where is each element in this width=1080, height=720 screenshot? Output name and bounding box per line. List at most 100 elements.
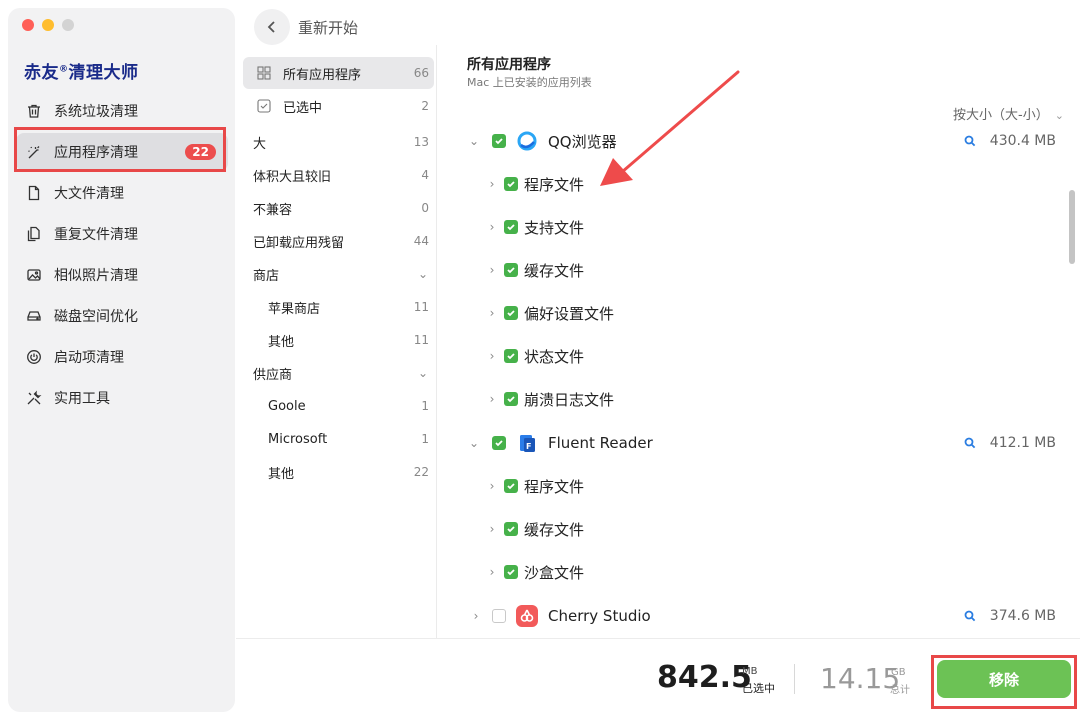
filter-store-other[interactable]: 其他 11: [243, 324, 434, 356]
disk-icon: [24, 306, 44, 326]
app-row[interactable]: ⌄ QQ浏览器 430.4 MB: [466, 121, 1066, 161]
file-category-row[interactable]: › 缓存文件: [466, 250, 1066, 290]
filter-label: 已选中: [283, 100, 323, 116]
cherry-studio-icon: [516, 605, 538, 627]
checkbox[interactable]: [504, 177, 518, 191]
checkbox[interactable]: [492, 134, 506, 148]
chevron-left-icon: [267, 21, 275, 33]
file-category-row[interactable]: › 沙盒文件: [466, 552, 1066, 592]
filter-label: Microsoft: [268, 431, 328, 447]
filter-count: 11: [413, 300, 429, 314]
checkbox[interactable]: [504, 479, 518, 493]
checkbox[interactable]: [492, 609, 506, 623]
filter-panel: 所有应用程序 66 已选中 2 大 13 体积大且较旧 4 不兼容 0 已卸载应…: [243, 55, 437, 638]
chevron-down-icon[interactable]: ⌄: [466, 436, 482, 450]
chevron-right-icon[interactable]: ›: [484, 565, 500, 579]
file-category-row[interactable]: › 崩溃日志文件: [466, 379, 1066, 419]
filter-label: 体积大且较旧: [253, 169, 332, 185]
filter-count: 22: [413, 465, 429, 479]
size-info: 374.6 MB: [964, 608, 1056, 624]
checkbox[interactable]: [492, 436, 506, 450]
restart-label[interactable]: 重新开始: [298, 17, 358, 38]
checkbox[interactable]: [504, 565, 518, 579]
checkbox[interactable]: [504, 349, 518, 363]
sidebar-item-large-files[interactable]: 大文件清理: [16, 174, 228, 212]
duplicate-file-icon: [24, 224, 44, 244]
filter-count: 11: [413, 333, 429, 347]
checkbox[interactable]: [504, 392, 518, 406]
chevron-down-icon[interactable]: ⌄: [466, 134, 482, 148]
search-icon[interactable]: [964, 437, 976, 449]
filter-all-apps[interactable]: 所有应用程序 66: [243, 57, 434, 89]
file-icon: [24, 183, 44, 203]
sidebar-item-tools[interactable]: 实用工具: [16, 379, 228, 417]
filter-incompatible[interactable]: 不兼容 0: [243, 192, 434, 224]
sidebar-item-label: 实用工具: [54, 391, 110, 407]
trash-icon: [24, 101, 44, 121]
file-category-label: 缓存文件: [524, 520, 585, 539]
checkbox[interactable]: [504, 306, 518, 320]
size-info: 412.1 MB: [964, 435, 1056, 451]
sidebar-item-similar-photos[interactable]: 相似照片清理: [16, 256, 228, 294]
search-icon[interactable]: [964, 135, 976, 147]
checkbox-icon: [257, 99, 271, 113]
checkbox[interactable]: [504, 220, 518, 234]
chevron-right-icon[interactable]: ›: [484, 392, 500, 406]
filter-selected[interactable]: 已选中 2: [243, 90, 434, 122]
sidebar-item-label: 重复文件清理: [54, 227, 138, 243]
filter-large[interactable]: 大 13: [243, 126, 434, 158]
filter-count: 4: [421, 168, 429, 182]
file-category-row[interactable]: › 状态文件: [466, 336, 1066, 376]
selected-size-value: 842.5: [657, 660, 752, 695]
list-subtitle: Mac 上已安装的应用列表: [467, 76, 592, 89]
sidebar-item-startup[interactable]: 启动项清理: [16, 338, 228, 376]
chevron-right-icon[interactable]: ›: [468, 609, 484, 623]
minimize-window-button[interactable]: [42, 19, 54, 31]
chevron-right-icon[interactable]: ›: [484, 479, 500, 493]
filter-vendor-other[interactable]: 其他 22: [243, 456, 434, 488]
app-row[interactable]: › Cherry Studio 374.6 MB: [466, 596, 1066, 636]
sidebar-item-system-junk[interactable]: 系统垃圾清理: [16, 92, 228, 130]
file-category-row[interactable]: › 程序文件: [466, 466, 1066, 506]
scrollbar-thumb[interactable]: [1069, 190, 1075, 264]
photo-icon: [24, 265, 44, 285]
filter-vendor-group[interactable]: 供应商 ⌄: [243, 357, 434, 389]
total-size-label: 总计: [890, 685, 910, 696]
filter-count: 44: [413, 234, 429, 248]
filter-label: 大: [253, 136, 267, 152]
chevron-right-icon[interactable]: ›: [484, 177, 500, 191]
filter-label: 其他: [268, 334, 295, 350]
chevron-right-icon[interactable]: ›: [484, 220, 500, 234]
file-category-row[interactable]: › 支持文件: [466, 207, 1066, 247]
file-category-row[interactable]: › 程序文件: [466, 164, 1066, 204]
file-category-label: 缓存文件: [524, 261, 585, 280]
sidebar-item-label: 系统垃圾清理: [54, 104, 138, 120]
filter-large-old[interactable]: 体积大且较旧 4: [243, 159, 434, 191]
filter-uninstalled-leftovers[interactable]: 已卸载应用残留 44: [243, 225, 434, 257]
checkbox[interactable]: [504, 263, 518, 277]
filter-store-group[interactable]: 商店 ⌄: [243, 258, 434, 290]
chevron-right-icon[interactable]: ›: [484, 522, 500, 536]
close-window-button[interactable]: [22, 19, 34, 31]
chevron-right-icon[interactable]: ›: [484, 306, 500, 320]
zoom-window-button[interactable]: [62, 19, 74, 31]
sidebar-item-disk-optimize[interactable]: 磁盘空间优化: [16, 297, 228, 335]
file-category-row[interactable]: › 偏好设置文件: [466, 293, 1066, 333]
back-button[interactable]: [254, 9, 290, 45]
app-row[interactable]: ⌄ F Fluent Reader 412.1 MB: [466, 423, 1066, 463]
checkbox[interactable]: [504, 522, 518, 536]
chevron-right-icon[interactable]: ›: [484, 263, 500, 277]
power-icon: [24, 347, 44, 367]
file-category-row[interactable]: › 缓存文件: [466, 509, 1066, 549]
sidebar-item-duplicate-files[interactable]: 重复文件清理: [16, 215, 228, 253]
filter-vendor-microsoft[interactable]: Microsoft 1: [243, 423, 434, 455]
filter-vendor-goole[interactable]: Goole 1: [243, 390, 434, 422]
app-size: 412.1 MB: [989, 435, 1056, 451]
search-icon[interactable]: [964, 610, 976, 622]
highlight-box: [931, 655, 1077, 709]
filter-app-store[interactable]: 苹果商店 11: [243, 291, 434, 323]
chevron-right-icon[interactable]: ›: [484, 349, 500, 363]
app-name: Cherry Studio: [548, 607, 651, 625]
filter-count: 2: [421, 99, 429, 113]
file-category-label: 支持文件: [524, 218, 585, 237]
